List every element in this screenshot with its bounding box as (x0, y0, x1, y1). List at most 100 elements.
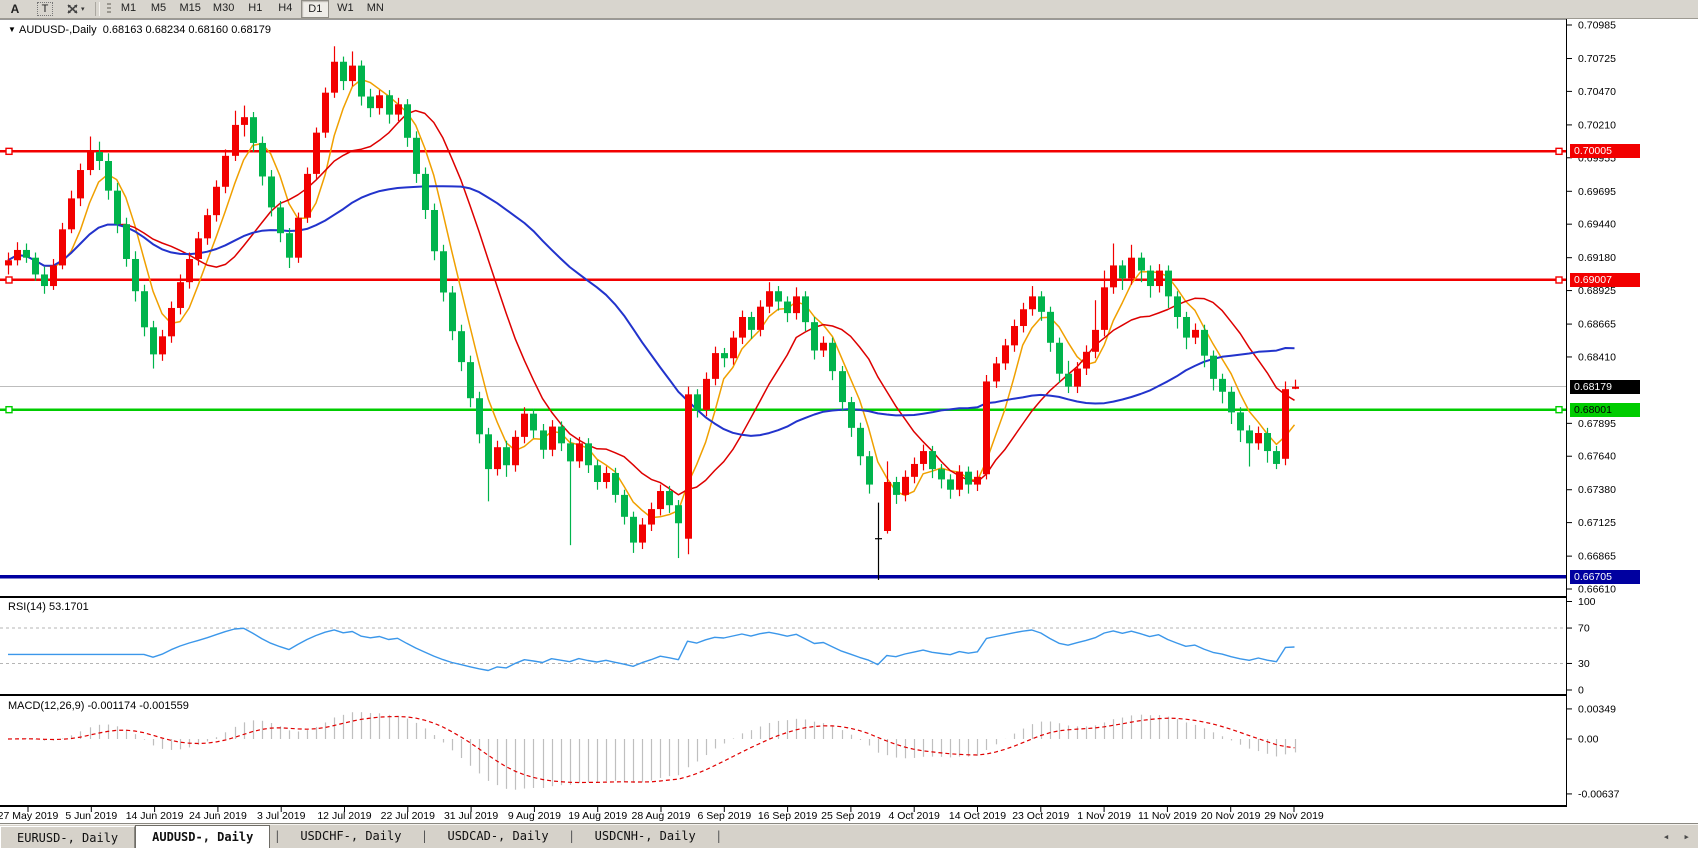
candle-body (322, 93, 329, 133)
candle-body (1237, 412, 1244, 430)
candle-body (675, 505, 682, 523)
candle-body (204, 215, 211, 238)
date-axis-label: 31 Jul 2019 (444, 810, 498, 822)
candle-body (1110, 265, 1117, 287)
tab-scroll-right-icon[interactable]: ▸ (1683, 830, 1690, 843)
symbol-tab-usdchf[interactable]: USDCHF-, Daily (284, 824, 417, 848)
candle-body (114, 191, 121, 225)
rsi-value: 53.1701 (49, 601, 89, 613)
rsi-axis-label: 30 (1578, 658, 1590, 670)
symbol-tabs: EURUSD-, DailyAUDUSD-, Daily|USDCHF-, Da… (0, 824, 726, 848)
candle-body (1183, 317, 1190, 338)
rsi-axis-label: 70 (1578, 623, 1590, 635)
candle-body (603, 473, 610, 482)
price-axis-label: 0.67895 (1578, 418, 1616, 430)
date-axis-label: 9 Aug 2019 (508, 810, 561, 822)
line-end-marker (6, 407, 12, 413)
candle-body (1065, 374, 1072, 387)
price-axis-label: 0.70985 (1578, 20, 1616, 32)
candle-body (77, 170, 84, 198)
price-axis-label: 0.68665 (1578, 319, 1616, 331)
candle-body (540, 430, 547, 449)
candle-body (349, 66, 356, 81)
candle-body (829, 343, 836, 371)
candle-body (1147, 271, 1154, 286)
chart-title: ▼ AUDUSD-,Daily 0.68163 0.68234 0.68160 … (8, 24, 271, 36)
symbol-tab-bar: EURUSD-, DailyAUDUSD-, Daily|USDCHF-, Da… (0, 823, 1698, 848)
candle-body (476, 398, 483, 434)
date-axis-label: 24 Jun 2019 (189, 810, 247, 822)
date-axis-label: 4 Oct 2019 (889, 810, 941, 822)
current-price-badge: 0.68179 (1570, 380, 1640, 394)
candle-body (1011, 326, 1018, 345)
date-axis-label: 3 Jul 2019 (257, 810, 306, 822)
price-chart-canvas[interactable]: 0.709850.707250.704700.702100.699550.696… (0, 0, 1698, 823)
macd-axis-label: 0.00 (1578, 734, 1599, 746)
candle-body (630, 517, 637, 543)
tab-scroll-left-icon[interactable]: ◂ (1663, 830, 1670, 843)
candle-body (59, 229, 66, 265)
candle-body (32, 258, 39, 275)
candle-body (594, 465, 601, 482)
candle-body (974, 477, 981, 485)
date-axis-label: 19 Aug 2019 (568, 810, 627, 822)
candle-body (938, 469, 945, 479)
candle-body (1165, 271, 1172, 297)
candle-body (721, 353, 728, 358)
candle-body (1128, 258, 1135, 279)
candle-body (1119, 265, 1126, 278)
candle-body (1138, 258, 1145, 271)
chart-symbol-label: AUDUSD-,Daily (19, 24, 97, 36)
candle-body (41, 274, 48, 286)
candle-body (530, 414, 537, 431)
candle-body (268, 176, 275, 207)
date-axis-label: 12 Jul 2019 (317, 810, 371, 822)
symbol-tab-audusd[interactable]: AUDUSD-, Daily (135, 825, 270, 848)
candle-body (313, 133, 320, 174)
candle-body (1282, 389, 1289, 459)
rsi-name: RSI(14) (8, 601, 46, 613)
candle-body (494, 447, 501, 469)
candle-body (712, 353, 719, 379)
main-rsi-separator (0, 596, 1566, 598)
candle-body (666, 491, 673, 505)
date-axis-label: 5 Jun 2019 (65, 810, 117, 822)
candle-body (1002, 345, 1009, 363)
line-end-marker (6, 277, 12, 283)
candle-body (993, 363, 1000, 381)
symbol-tab-eurusd[interactable]: EURUSD-, Daily (0, 826, 135, 848)
candle-body (1292, 387, 1299, 389)
date-axis-label: 27 May 2019 (0, 810, 59, 822)
candle-body (186, 259, 193, 282)
candle-body (775, 291, 782, 301)
candle-body (87, 152, 94, 170)
candle-body (168, 308, 175, 336)
candle-body (639, 525, 646, 543)
price-axis-label: 0.70725 (1578, 53, 1616, 65)
candle-body (386, 95, 393, 114)
collapse-triangle-icon[interactable]: ▼ (8, 25, 16, 34)
candle-body (685, 394, 692, 538)
support-level-badge: 0.68001 (1570, 403, 1640, 417)
macd-indicator-label: MACD(12,26,9) -0.001174 -0.001559 (8, 700, 189, 712)
date-axis-label: 28 Aug 2019 (632, 810, 691, 822)
candle-body (839, 371, 846, 402)
candle-body (1074, 369, 1081, 387)
rsi-line (8, 628, 1295, 670)
symbol-tab-usdcnh[interactable]: USDCNH-, Daily (579, 824, 712, 848)
date-axis-label: 16 Sep 2019 (758, 810, 818, 822)
candle-body (123, 224, 130, 259)
symbol-tab-usdcad[interactable]: USDCAD-, Daily (431, 824, 564, 848)
candle-body (848, 402, 855, 428)
candle-body (1047, 312, 1054, 343)
candle-body (5, 260, 12, 265)
candle-body (277, 207, 284, 233)
candle-body (503, 447, 510, 465)
candle-body (1092, 330, 1099, 352)
candle-body (413, 138, 420, 174)
main-pane-top-border (0, 19, 1566, 20)
candle-body (621, 495, 628, 517)
rsi-macd-separator (0, 694, 1566, 696)
price-axis-label: 0.66865 (1578, 551, 1616, 563)
candle-body (1201, 330, 1208, 356)
